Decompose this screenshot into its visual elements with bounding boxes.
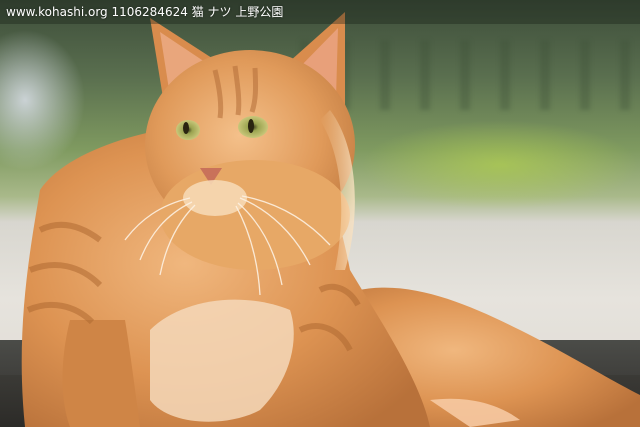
caption-cat-name: ナツ [207,5,232,19]
caption-location: 上野公園 [235,5,284,19]
cat-photo: www.kohashi.org 1106284624 猫 ナツ 上野公園 [0,0,640,427]
caption-category: 猫 [191,5,204,19]
caption-photo-id: 1106284624 [111,5,188,19]
caption-text: www.kohashi.org 1106284624 猫 ナツ 上野公園 [6,3,283,21]
caption-site: www.kohashi.org [6,5,108,19]
cheek-fluff [160,160,350,270]
muzzle [183,180,247,216]
orange-tabby-cat [21,12,640,427]
